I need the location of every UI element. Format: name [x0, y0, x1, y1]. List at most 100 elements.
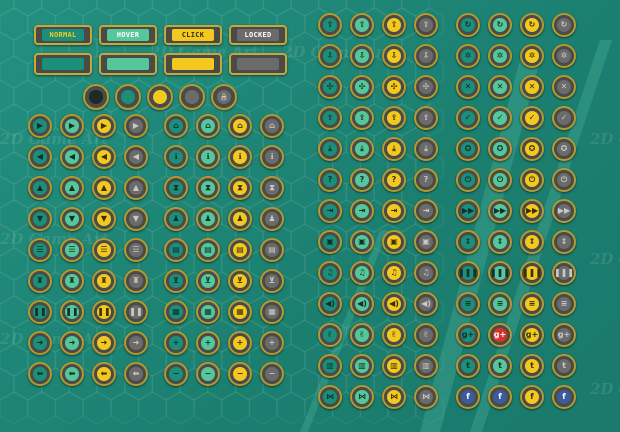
export-button-normal[interactable]: ⇪ [318, 106, 342, 130]
stop-button-click[interactable]: ❚❚❚ [520, 261, 544, 285]
home-button-locked[interactable]: ⌂ [260, 114, 284, 138]
hourglass-button-click[interactable]: ⧗ [228, 176, 252, 200]
check-button-hover[interactable]: ✓ [488, 106, 512, 130]
back-button-click[interactable]: ◀ [92, 145, 116, 169]
resize-button-locked[interactable]: ⇕ [552, 230, 576, 254]
award-button-locked[interactable]: ✪ [552, 137, 576, 161]
back-button-normal[interactable]: ◀ [28, 145, 52, 169]
arrow-right-button-normal[interactable]: ➜ [28, 331, 52, 355]
check-button-normal[interactable]: ✓ [456, 106, 480, 130]
fast-forward-button-locked[interactable]: ▶▶ [552, 199, 576, 223]
arrow-left-button-locked[interactable]: ⬅ [124, 362, 148, 386]
play-button-normal[interactable]: ▶ [28, 114, 52, 138]
upload-button-locked[interactable]: ⇧ [414, 13, 438, 37]
locked-bar[interactable] [229, 53, 287, 75]
info-button-locked[interactable]: ℹ [260, 145, 284, 169]
normal-bar[interactable] [34, 53, 92, 75]
locked-state-button[interactable]: LOCKED [229, 25, 287, 45]
settings-button-click[interactable]: ✲ [520, 44, 544, 68]
list-button-locked[interactable]: ☰ [124, 238, 148, 262]
click-bar[interactable] [164, 53, 222, 75]
check-button-click[interactable]: ✓ [520, 106, 544, 130]
leaderboard-button-normal[interactable]: ▥ [318, 354, 342, 378]
home-button-click[interactable]: ⌂ [228, 114, 252, 138]
leaderboard-button-click[interactable]: ▥ [382, 354, 406, 378]
twitter-button-hover[interactable]: t [488, 354, 512, 378]
close-button-click[interactable]: ✕ [520, 75, 544, 99]
exit-button-click[interactable]: ⇥ [382, 199, 406, 223]
up-button-hover[interactable]: ▲ [60, 176, 84, 200]
back-button-hover[interactable]: ◀ [60, 145, 84, 169]
cart-button-normal[interactable]: ⊻ [164, 269, 188, 293]
power-button-click[interactable]: ⏻ [520, 168, 544, 192]
download-button-hover[interactable]: ⇩ [350, 44, 374, 68]
twitter-button-click[interactable]: t [520, 354, 544, 378]
state-ring-4[interactable] [179, 84, 205, 110]
exit-button-normal[interactable]: ⇥ [318, 199, 342, 223]
google-plus-button-click[interactable]: g+ [520, 323, 544, 347]
document-button-hover[interactable]: ▤ [196, 238, 220, 262]
group-button-hover[interactable]: ♟ [196, 207, 220, 231]
upload-button-hover[interactable]: ⇧ [350, 13, 374, 37]
google-plus-button-locked[interactable]: g+ [552, 323, 576, 347]
export-button-click[interactable]: ⇪ [382, 106, 406, 130]
save-button-click[interactable]: ▣ [382, 230, 406, 254]
refresh-button-hover[interactable]: ↻ [488, 13, 512, 37]
settings-button-locked[interactable]: ✲ [552, 44, 576, 68]
fast-forward-button-normal[interactable]: ▶▶ [456, 199, 480, 223]
down-button-normal[interactable]: ▼ [28, 207, 52, 231]
import-button-normal[interactable]: ⤓ [318, 137, 342, 161]
arrow-right-button-click[interactable]: ➜ [92, 331, 116, 355]
grid-button-normal[interactable]: ▦ [164, 300, 188, 324]
arrow-left-button-normal[interactable]: ⬅ [28, 362, 52, 386]
info-button-click[interactable]: ℹ [228, 145, 252, 169]
menu-button-locked[interactable]: ≡ [552, 292, 576, 316]
document-button-locked[interactable]: ▤ [260, 238, 284, 262]
home-button-normal[interactable]: ⌂ [164, 114, 188, 138]
menu-button-normal[interactable]: ≡ [456, 292, 480, 316]
settings-button-hover[interactable]: ✲ [488, 44, 512, 68]
hourglass-button-normal[interactable]: ⧗ [164, 176, 188, 200]
fast-forward-button-click[interactable]: ▶▶ [520, 199, 544, 223]
gamepad-button-click[interactable]: ✣ [382, 75, 406, 99]
menu-button-hover[interactable]: ≡ [488, 292, 512, 316]
close-button-hover[interactable]: ✕ [488, 75, 512, 99]
hourglass-button-locked[interactable]: ⧗ [260, 176, 284, 200]
save-button-normal[interactable]: ▣ [318, 230, 342, 254]
sound-button-hover[interactable]: ◀) [350, 292, 374, 316]
list-button-hover[interactable]: ☰ [60, 238, 84, 262]
gamepad-button-locked[interactable]: ✣ [414, 75, 438, 99]
list-button-click[interactable]: ☰ [92, 238, 116, 262]
play-button-click[interactable]: ▶ [92, 114, 116, 138]
down-button-hover[interactable]: ▼ [60, 207, 84, 231]
info-button-hover[interactable]: ℹ [196, 145, 220, 169]
back-button-locked[interactable]: ◀ [124, 145, 148, 169]
save-button-locked[interactable]: ▣ [414, 230, 438, 254]
sound-button-normal[interactable]: ◀) [318, 292, 342, 316]
down-button-locked[interactable]: ▼ [124, 207, 148, 231]
stop-button-normal[interactable]: ❚❚❚ [456, 261, 480, 285]
plus-button-click[interactable]: + [228, 331, 252, 355]
up-button-click[interactable]: ▲ [92, 176, 116, 200]
twitter-button-normal[interactable]: t [456, 354, 480, 378]
share-button-click[interactable]: ⋈ [382, 385, 406, 409]
group-button-normal[interactable]: ♟ [164, 207, 188, 231]
music-button-locked[interactable]: ♫ [414, 261, 438, 285]
like-button-locked[interactable]: ✌ [414, 323, 438, 347]
cart-button-click[interactable]: ⊻ [228, 269, 252, 293]
sound-button-locked[interactable]: ◀) [414, 292, 438, 316]
music-button-hover[interactable]: ♫ [350, 261, 374, 285]
exit-button-locked[interactable]: ⇥ [414, 199, 438, 223]
plus-button-hover[interactable]: + [196, 331, 220, 355]
cart-button-hover[interactable]: ⊻ [196, 269, 220, 293]
export-button-locked[interactable]: ⇪ [414, 106, 438, 130]
play-button-locked[interactable]: ▶ [124, 114, 148, 138]
home-button-hover[interactable]: ⌂ [196, 114, 220, 138]
minus-button-click[interactable]: − [228, 362, 252, 386]
award-button-normal[interactable]: ✪ [456, 137, 480, 161]
group-button-locked[interactable]: ♟ [260, 207, 284, 231]
import-button-hover[interactable]: ⤓ [350, 137, 374, 161]
close-button-locked[interactable]: ✕ [552, 75, 576, 99]
up-button-locked[interactable]: ▲ [124, 176, 148, 200]
plus-button-locked[interactable]: + [260, 331, 284, 355]
